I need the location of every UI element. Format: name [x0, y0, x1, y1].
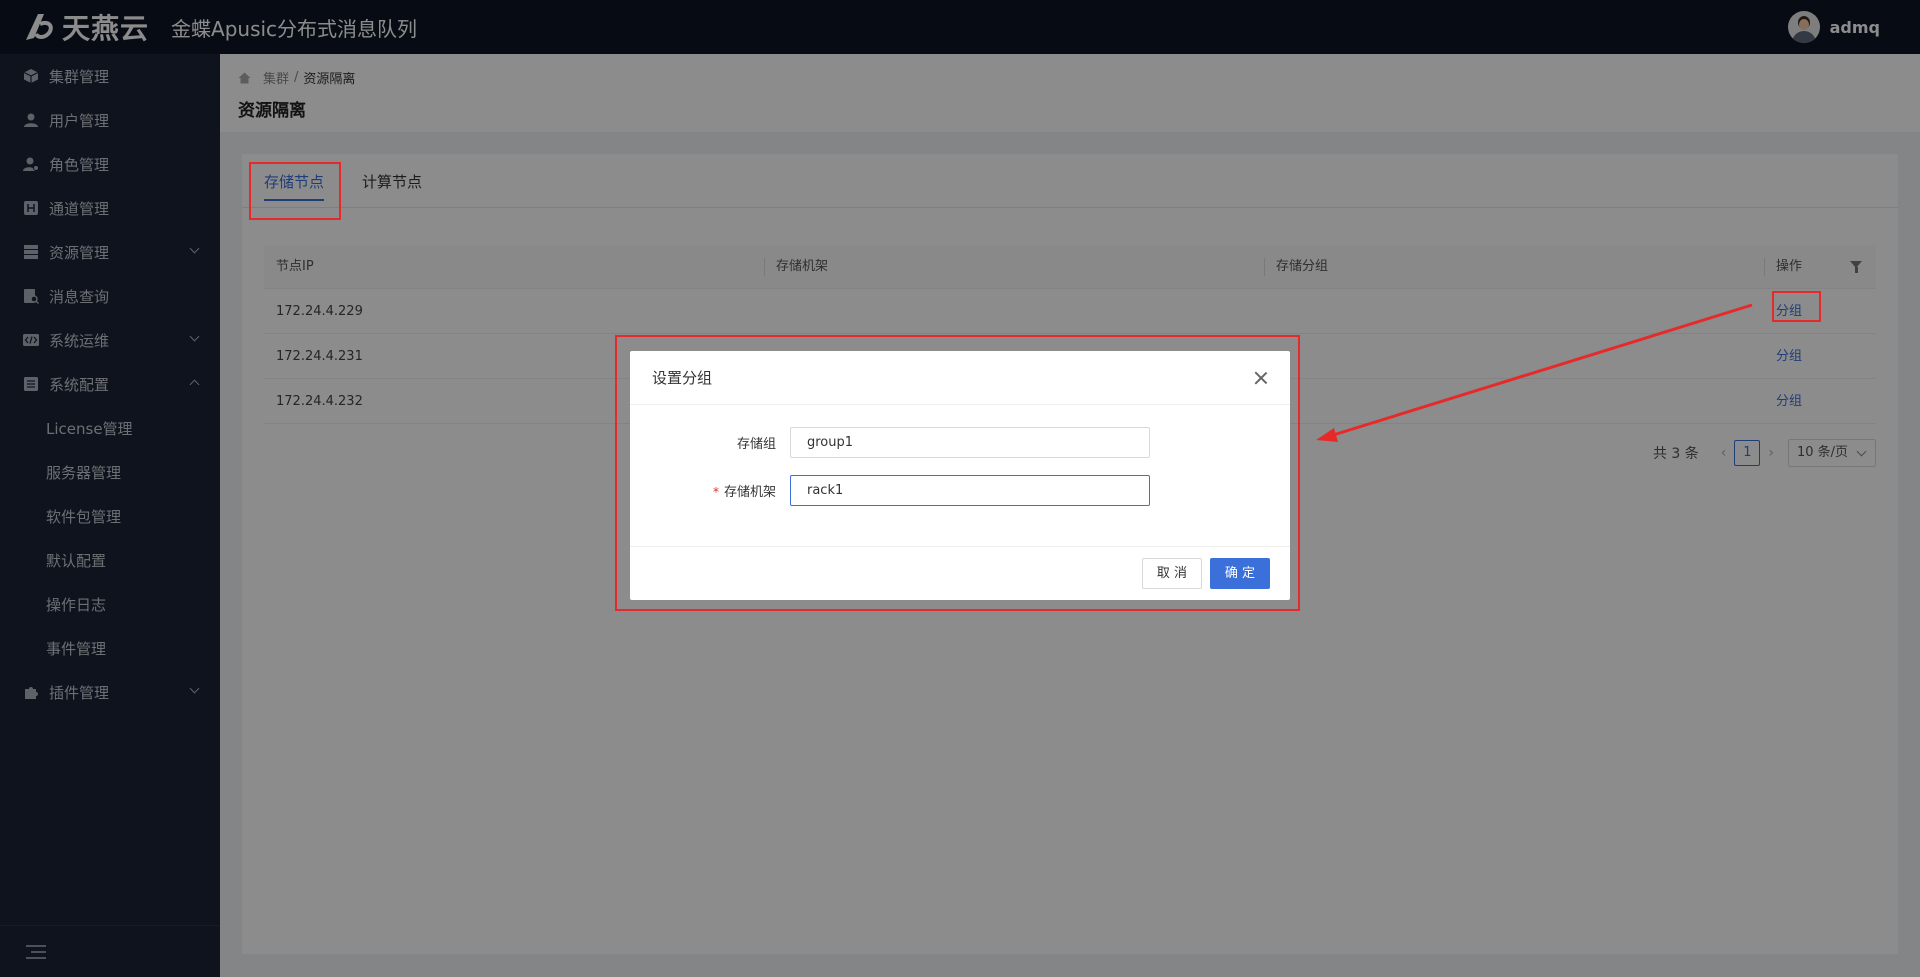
annotation-arrow — [1316, 303, 1753, 442]
